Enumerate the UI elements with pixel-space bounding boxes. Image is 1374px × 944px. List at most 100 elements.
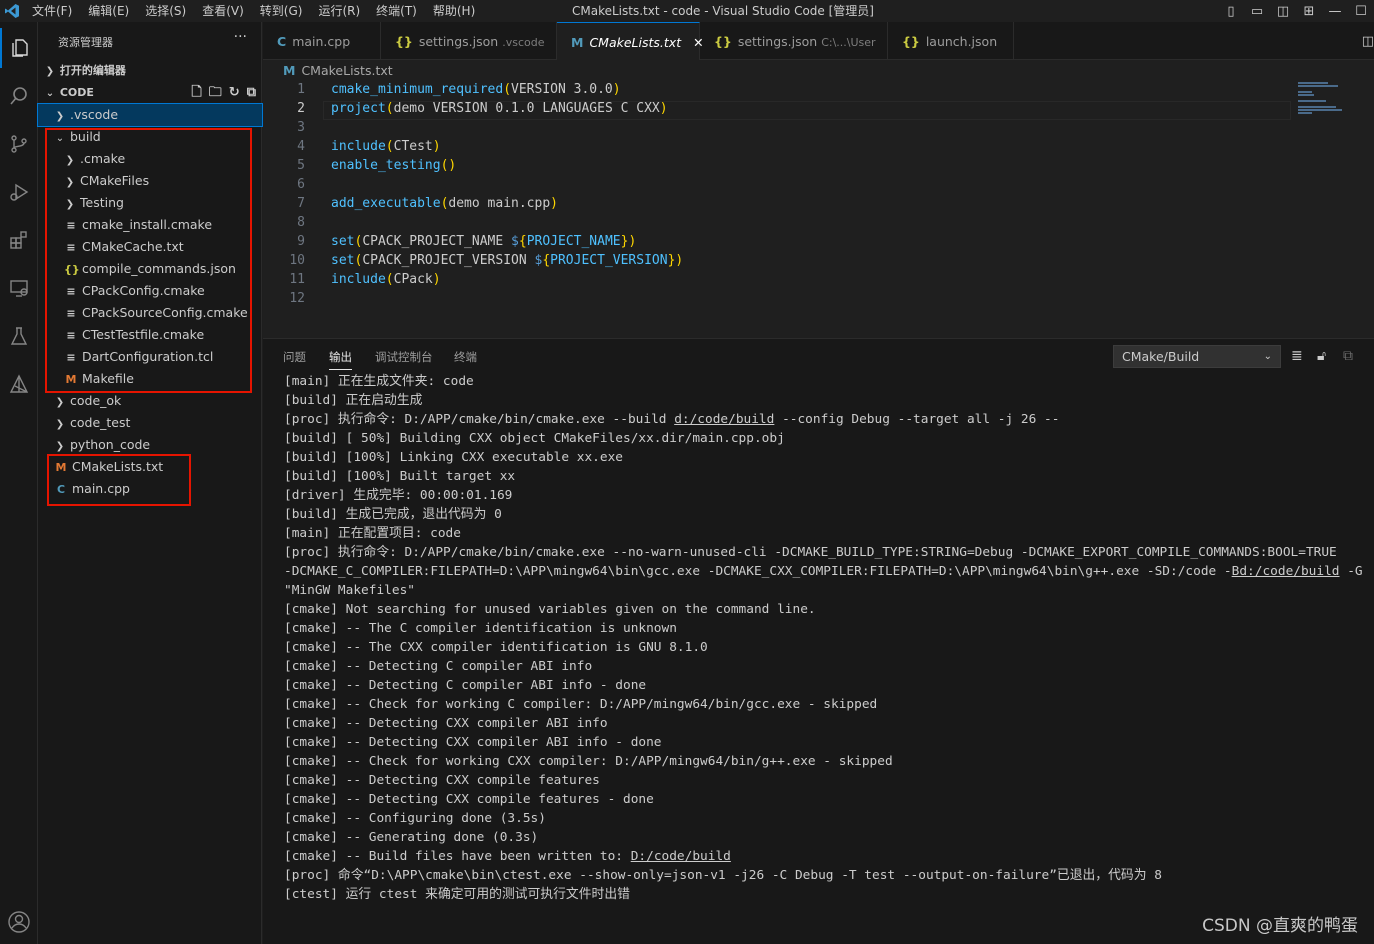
menu-help[interactable]: 帮助(H) <box>425 0 483 22</box>
output-line: "MinGW Makefiles" <box>284 583 415 598</box>
collapse-all-icon[interactable]: ⧉ <box>247 82 256 104</box>
tab-label: launch.json <box>925 34 998 49</box>
output-line: [build] 正在启动生成 <box>284 393 423 408</box>
watermark: CSDN @直爽的鸭蛋 <box>1202 916 1358 936</box>
open-editors-section[interactable]: ❯ 打开的编辑器 <box>38 60 262 82</box>
split-editor-icon[interactable]: ◫ <box>1362 34 1374 49</box>
code-line: project(demo VERSION 0.1.0 LANGUAGES C C… <box>331 101 668 116</box>
tab-description: .vscode <box>502 36 545 49</box>
output-line: [build] [100%] Built target xx <box>284 469 516 484</box>
new-file-icon[interactable]: 🗋 <box>191 82 201 104</box>
output-line: [proc] 执行命令: D:/APP/cmake/bin/cmake.exe … <box>284 545 1337 560</box>
testing-icon[interactable] <box>0 316 38 356</box>
menu-selection[interactable]: 选择(S) <box>137 0 194 22</box>
tab-cmakelists[interactable]: M CMakeLists.txt ✕ <box>557 22 704 60</box>
output-line: [ctest] 运行 ctest 来确定可用的测试可执行文件时出错 <box>284 887 630 902</box>
output-line: [cmake] -- The C compiler identification… <box>284 621 677 636</box>
minimize-icon[interactable]: — <box>1322 4 1348 19</box>
menu-view[interactable]: 查看(V) <box>194 0 252 22</box>
menu-run[interactable]: 运行(R) <box>310 0 368 22</box>
activity-bar <box>0 22 38 944</box>
vscode-logo-icon <box>0 0 24 22</box>
workspace-label: CODE <box>59 86 94 99</box>
output-line: [main] 正在生成文件夹: code <box>284 374 474 389</box>
editor-tabs: Cmain.cpp {} settings.json .vscode M CMakeL… <box>263 22 1374 60</box>
chevron-right-icon: ❯ <box>55 397 65 408</box>
code-line: include(CTest) <box>331 139 441 154</box>
tree-folder[interactable]: ❯ python_code <box>38 434 262 456</box>
run-debug-icon[interactable] <box>0 172 38 212</box>
tree-folder[interactable]: ❯ code_ok <box>38 390 262 412</box>
explorer-icon[interactable] <box>0 28 38 68</box>
menu-go[interactable]: 转到(G) <box>252 0 311 22</box>
search-icon[interactable] <box>0 76 38 116</box>
tab-settings-json-vscode[interactable]: {} settings.json .vscode <box>381 22 557 60</box>
tree-item-label: python_code <box>70 437 151 452</box>
lock-scroll-icon[interactable]: 🔓︎ <box>1317 348 1326 364</box>
explorer-sidebar: 资源管理器 ··· ❯ 打开的编辑器 ⌄ CODE 🗋 🗀 ↻ ⧉ ❯ .vsco… <box>37 22 263 944</box>
toggle-secondary-sidebar-icon[interactable]: ◫ <box>1270 4 1296 19</box>
menu-edit[interactable]: 编辑(E) <box>80 0 137 22</box>
output-line: [cmake] -- Build files have been written… <box>284 849 731 864</box>
menu-bar: 文件(F) 编辑(E) 选择(S) 查看(V) 转到(G) 运行(R) 终端(T… <box>24 0 483 22</box>
tree-folder[interactable]: ❯ .vscode <box>37 103 263 127</box>
maximize-icon[interactable]: ☐ <box>1348 4 1374 19</box>
cmake-file-icon: M <box>283 63 296 78</box>
tab-label: main.cpp <box>292 34 351 49</box>
line-number: 4 <box>297 139 305 154</box>
output-channel-value: CMake/Build <box>1122 349 1200 364</box>
code-editor[interactable]: 1 2 3 4 5 6 7 8 9 10 11 12 cmake_minimum_required(V… <box>263 82 1374 338</box>
output-line: [proc] 执行命令: D:/APP/cmake/bin/cmake.exe … <box>284 412 1060 427</box>
json-file-icon: {} <box>714 34 732 49</box>
line-number: 5 <box>297 158 305 173</box>
clear-output-icon[interactable]: ≣ <box>1291 348 1303 364</box>
new-folder-icon[interactable]: 🗀 <box>209 82 222 104</box>
menu-file[interactable]: 文件(F) <box>24 0 80 22</box>
line-number: 7 <box>297 196 305 211</box>
copy-icon[interactable]: ⧉ <box>1343 348 1353 364</box>
tab-launch-json[interactable]: {} launch.json <box>888 22 1014 60</box>
tab-output[interactable]: 输出 <box>329 349 352 370</box>
output-channel-select[interactable]: CMake/Build ⌄ <box>1113 345 1281 368</box>
output-line: [cmake] -- Check for working CXX compile… <box>284 754 893 769</box>
breadcrumb-file[interactable]: CMakeLists.txt <box>301 63 392 78</box>
line-number: 6 <box>297 177 305 192</box>
tab-label: CMakeLists.txt <box>589 35 682 50</box>
extensions-icon[interactable] <box>0 220 38 260</box>
title-bar: 文件(F) 编辑(E) 选择(S) 查看(V) 转到(G) 运行(R) 终端(T… <box>0 0 1374 22</box>
bottom-panel: 问题 输出 调试控制台 终端 CMake/Build ⌄ ≣ 🔓︎ ⧉ [mai… <box>263 338 1374 944</box>
output-line: [build] [100%] Linking CXX executable xx… <box>284 450 623 465</box>
workspace-section[interactable]: ⌄ CODE 🗋 🗀 ↻ ⧉ <box>38 82 262 104</box>
output-line: [cmake] -- Detecting C compiler ABI info <box>284 659 593 674</box>
line-number: 1 <box>297 82 305 97</box>
tab-label: settings.json <box>737 34 818 49</box>
cmake-icon[interactable] <box>0 364 38 404</box>
menu-terminal[interactable]: 终端(T) <box>368 0 425 22</box>
cmake-file-icon: M <box>571 35 584 50</box>
tree-folder[interactable]: ❯ code_test <box>38 412 262 434</box>
minimap[interactable] <box>1298 82 1358 338</box>
tab-main-cpp[interactable]: Cmain.cpp <box>263 22 381 60</box>
tab-settings-json-user[interactable]: {} settings.json C:\...\User <box>700 22 888 60</box>
source-control-icon[interactable] <box>0 124 38 164</box>
customize-layout-icon[interactable]: ⊞ <box>1296 4 1322 19</box>
tab-debug-console[interactable]: 调试控制台 <box>375 349 433 365</box>
more-actions-icon[interactable]: ··· <box>234 29 247 45</box>
open-editors-label: 打开的编辑器 <box>59 64 126 77</box>
output-line: [main] 正在配置项目: code <box>284 526 461 541</box>
refresh-icon[interactable]: ↻ <box>229 82 240 104</box>
output-line: [driver] 生成完毕: 00:00:01.169 <box>284 488 513 503</box>
output-line: -DCMAKE_C_COMPILER:FILEPATH=D:\APP\mingw… <box>284 564 1363 579</box>
output-log[interactable]: [main] 正在生成文件夹: code [build] 正在启动生成 [proc]… <box>284 372 1369 904</box>
toggle-sidebar-icon[interactable]: ▯ <box>1218 4 1244 19</box>
account-icon[interactable] <box>0 902 38 942</box>
chevron-right-icon: ❯ <box>55 111 65 122</box>
code-line: include(CPack) <box>331 272 441 287</box>
tab-problems[interactable]: 问题 <box>283 349 306 365</box>
annotation-box-build <box>45 128 252 393</box>
tab-terminal[interactable]: 终端 <box>454 349 477 365</box>
toggle-panel-icon[interactable]: ▭ <box>1244 4 1270 19</box>
remote-explorer-icon[interactable] <box>0 268 38 308</box>
line-number: 12 <box>289 291 305 306</box>
breadcrumb: M CMakeLists.txt <box>263 60 1374 82</box>
